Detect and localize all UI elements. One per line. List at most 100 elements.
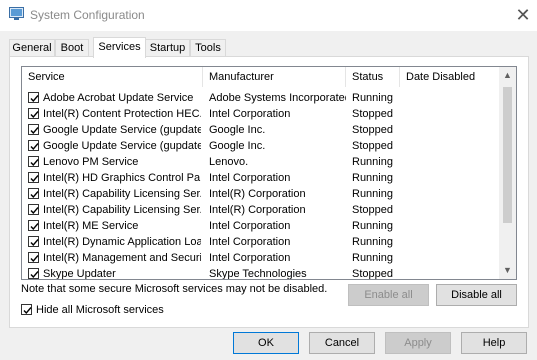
service-name: Adobe Acrobat Update Service: [43, 92, 194, 104]
checkmark-icon: [30, 143, 39, 151]
disable-all-button[interactable]: Disable all: [436, 284, 517, 306]
service-status: Stopped: [352, 140, 393, 152]
column-header-service[interactable]: Service: [22, 67, 203, 87]
service-row[interactable]: Skype Updater Skype Technologies Stopped: [22, 266, 498, 280]
service-status: Running: [352, 236, 393, 248]
service-checkbox[interactable]: [28, 236, 39, 247]
service-name: Intel(R) Capability Licensing Ser...: [43, 204, 201, 216]
service-status: Stopped: [352, 204, 393, 216]
service-status: Running: [352, 156, 393, 168]
checkmark-icon: [30, 127, 39, 135]
service-row[interactable]: Google Update Service (gupdate) Google In…: [22, 122, 498, 138]
service-row[interactable]: Intel(R) Dynamic Application Loa... Intel…: [22, 234, 498, 250]
checkmark-icon: [30, 175, 39, 183]
service-checkbox[interactable]: [28, 140, 39, 151]
scroll-down-icon[interactable]: ▼: [499, 262, 516, 279]
service-manufacturer: Intel Corporation: [209, 172, 291, 184]
window-title: System Configuration: [30, 8, 145, 22]
hide-microsoft-services-checkbox[interactable]: [21, 304, 32, 315]
service-status: Running: [352, 92, 393, 104]
service-name: Intel(R) Content Protection HEC...: [43, 108, 201, 120]
tab-tools[interactable]: Tools: [190, 39, 226, 57]
checkmark-icon: [30, 271, 39, 279]
services-list[interactable]: Service Manufacturer Status Date Disable…: [21, 66, 517, 280]
close-icon[interactable]: ✕: [512, 4, 534, 26]
service-checkbox[interactable]: [28, 108, 39, 119]
service-name: Intel(R) ME Service: [43, 220, 139, 232]
service-checkbox[interactable]: [28, 92, 39, 103]
service-checkbox[interactable]: [28, 204, 39, 215]
service-manufacturer: Intel Corporation: [209, 252, 291, 264]
title-bar: System Configuration ✕: [0, 0, 537, 31]
tab-general[interactable]: General: [9, 39, 55, 57]
help-button[interactable]: Help: [461, 332, 527, 354]
hide-microsoft-services-label[interactable]: Hide all Microsoft services: [36, 304, 164, 316]
service-manufacturer: Intel Corporation: [209, 236, 291, 248]
service-checkbox[interactable]: [28, 172, 39, 183]
checkmark-icon: [30, 239, 39, 247]
service-status: Stopped: [352, 108, 393, 120]
checkmark-icon: [30, 159, 39, 167]
service-manufacturer: Intel Corporation: [209, 108, 291, 120]
column-header-date-disabled[interactable]: Date Disabled: [400, 67, 498, 87]
column-header-status[interactable]: Status: [346, 67, 400, 87]
services-panel: Service Manufacturer Status Date Disable…: [9, 56, 529, 328]
service-status: Running: [352, 188, 393, 200]
vertical-scrollbar[interactable]: ▲ ▼: [499, 67, 516, 279]
service-checkbox[interactable]: [28, 124, 39, 135]
checkmark-icon: [30, 223, 39, 231]
enable-all-button[interactable]: Enable all: [348, 284, 429, 306]
service-name: Intel(R) Management and Securi...: [43, 252, 201, 264]
checkmark-icon: [30, 207, 39, 215]
service-row[interactable]: Intel(R) HD Graphics Control Pa... Intel …: [22, 170, 498, 186]
service-checkbox[interactable]: [28, 156, 39, 167]
service-row[interactable]: Intel(R) Capability Licensing Ser... Inte…: [22, 202, 498, 218]
service-status: Stopped: [352, 268, 393, 280]
service-row[interactable]: Intel(R) ME Service Intel Corporation Runn…: [22, 218, 498, 234]
scroll-thumb[interactable]: [503, 87, 512, 223]
service-row[interactable]: Adobe Acrobat Update Service Adobe System…: [22, 90, 498, 106]
service-name: Google Update Service (gupdatem): [43, 140, 201, 152]
scroll-up-icon[interactable]: ▲: [499, 67, 516, 84]
service-status: Running: [352, 252, 393, 264]
checkmark-icon: [30, 255, 39, 263]
service-name: Intel(R) Dynamic Application Loa...: [43, 236, 201, 248]
service-checkbox[interactable]: [28, 188, 39, 199]
service-manufacturer: Intel Corporation: [209, 220, 291, 232]
service-row[interactable]: Google Update Service (gupdatem) Google I…: [22, 138, 498, 154]
ok-button[interactable]: OK: [233, 332, 299, 354]
note-text: Note that some secure Microsoft services…: [21, 283, 328, 295]
tab-services[interactable]: Services: [93, 37, 146, 58]
checkmark-icon: [30, 111, 39, 119]
service-status: Running: [352, 220, 393, 232]
tab-boot[interactable]: Boot: [55, 39, 89, 57]
column-header-manufacturer[interactable]: Manufacturer: [203, 67, 346, 87]
cancel-button[interactable]: Cancel: [309, 332, 375, 354]
service-manufacturer: Lenovo.: [209, 156, 249, 168]
service-status: Stopped: [352, 124, 393, 136]
service-row[interactable]: Intel(R) Management and Securi... Intel C…: [22, 250, 498, 266]
service-manufacturer: Intel(R) Corporation: [209, 204, 306, 216]
tab-startup[interactable]: Startup: [145, 39, 190, 57]
service-name: Skype Updater: [43, 268, 116, 280]
service-row[interactable]: Lenovo PM Service Lenovo. Running: [22, 154, 498, 170]
service-name: Lenovo PM Service: [43, 156, 139, 168]
service-manufacturer: Skype Technologies: [209, 268, 307, 280]
service-name: Intel(R) Capability Licensing Ser...: [43, 188, 201, 200]
service-checkbox[interactable]: [28, 268, 39, 279]
service-row[interactable]: Intel(R) Content Protection HEC... Intel …: [22, 106, 498, 122]
apply-button[interactable]: Apply: [385, 332, 451, 354]
service-manufacturer: Google Inc.: [209, 140, 266, 152]
checkmark-icon: [23, 307, 32, 315]
service-checkbox[interactable]: [28, 220, 39, 231]
dialog-button-bar: OK Cancel Apply Help: [0, 326, 537, 360]
service-manufacturer: Intel(R) Corporation: [209, 188, 306, 200]
checkmark-icon: [30, 191, 39, 199]
checkmark-icon: [30, 95, 39, 103]
service-row[interactable]: Intel(R) Capability Licensing Ser... Inte…: [22, 186, 498, 202]
service-name: Intel(R) HD Graphics Control Pa...: [43, 172, 201, 184]
system-configuration-icon: [9, 7, 24, 21]
service-checkbox[interactable]: [28, 252, 39, 263]
service-name: Google Update Service (gupdate): [43, 124, 201, 136]
service-manufacturer: Adobe Systems Incorporated: [209, 92, 346, 104]
